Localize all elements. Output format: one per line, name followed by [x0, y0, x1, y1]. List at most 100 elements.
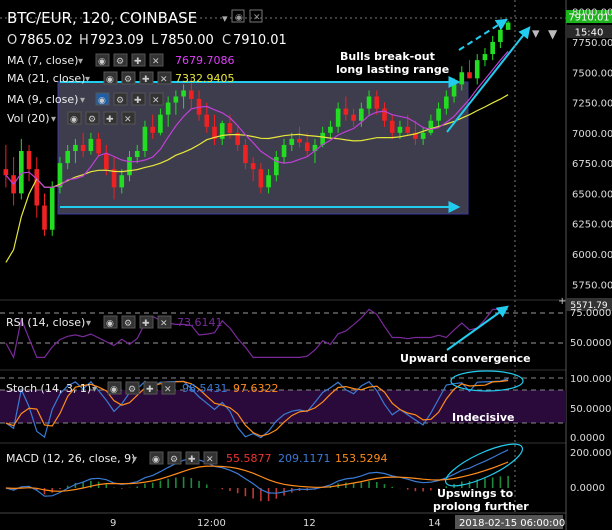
stoch-tick-0: 0.0000 [570, 433, 605, 444]
candle-body [88, 138, 94, 151]
candle-body [165, 102, 171, 115]
rsi-label[interactable]: RSI (14, close) [6, 316, 85, 329]
ohlc-c-value: 7910.01 [233, 33, 287, 48]
chart-toggle-icon[interactable]: ▼ [548, 27, 558, 41]
candle-body [459, 72, 465, 85]
chart-canvas: 7910.01 15:40 5571.79 + 8000.00007750.00… [0, 0, 612, 530]
y-tick-6750: 6750.0000 [572, 159, 612, 170]
eye-icon: ◉ [235, 13, 243, 23]
annotation-bulls-1: Bulls break-out [340, 50, 435, 63]
candle-body [65, 151, 70, 164]
y-tick-6000: 6000.0000 [572, 250, 612, 261]
ma7-label[interactable]: MA (7, close) [7, 54, 78, 67]
candle-body [451, 84, 457, 97]
annotation-bulls-2: long lasting range [336, 63, 449, 76]
macd-label[interactable]: MACD (12, 26, close, 9) [6, 452, 135, 465]
stoch-label[interactable]: Stoch (14, 3, 1) [6, 382, 91, 395]
candle-body [467, 72, 472, 79]
chevron-down-icon[interactable]: ▾ [86, 318, 91, 329]
plus-icon[interactable]: + [558, 296, 566, 307]
macd-tick-200: 200.0000 [570, 448, 612, 459]
stoch-tick-50: 50.0000 [570, 404, 611, 415]
candle-body [227, 123, 233, 133]
candle-body [297, 138, 302, 143]
close-icon-glyph: ✕ [152, 57, 160, 67]
vol-label[interactable]: Vol (20) [7, 112, 50, 125]
candle-body [374, 96, 380, 109]
close-icon-glyph: ✕ [160, 75, 168, 85]
gear-icon-glyph: ⚙ [128, 385, 136, 395]
symbol-title: BTC/EUR, 120, COINBASE [7, 9, 197, 27]
ma9-label[interactable]: MA (9, close) [7, 93, 78, 106]
ohlc-l-value: 7850.00 [160, 33, 214, 48]
eye-icon-glyph: ◉ [152, 455, 160, 465]
candle-body [204, 114, 210, 127]
macd-tick-0: 0.0000 [570, 483, 605, 494]
rsi-value: 73.6141 [177, 316, 223, 329]
candle-body [474, 60, 480, 79]
time-badge-text: 15:40 [575, 28, 604, 39]
candle-body [490, 41, 495, 55]
candle-body [134, 151, 140, 158]
gear-icon-glyph: ⚙ [170, 455, 178, 465]
close-icon-glyph: ✕ [164, 385, 172, 395]
plus-icon-glyph: ✚ [134, 96, 142, 106]
x-label-14: 14 [428, 518, 441, 529]
candle-body [26, 151, 32, 170]
candle-body [397, 126, 403, 133]
candle-body [351, 114, 356, 121]
gear-icon-glyph: ⚙ [124, 319, 132, 329]
candle-body [49, 187, 55, 230]
ohlc-row: O 7865.02 H 7923.09 L 7850.00 C 7910.01 [7, 33, 287, 48]
chevron-down-icon[interactable]: ▾ [85, 74, 90, 85]
x-label-1200: 12:00 [197, 518, 226, 529]
candle-body [359, 108, 364, 121]
candle-body [173, 96, 179, 103]
candle-body [150, 126, 155, 133]
plus-icon-glyph: ✚ [142, 75, 150, 85]
candle-body [505, 22, 511, 30]
y-tick-7250: 7250.0000 [572, 99, 612, 110]
annotation-macd-2: prolong further [433, 500, 529, 513]
candle-body [382, 108, 387, 121]
annotation-rsi: Upward convergence [400, 352, 531, 365]
arrow-down-icon[interactable]: ▾ [532, 24, 540, 42]
macd-icons: ◉ ⚙ ✚ ✕ [149, 451, 218, 465]
chevron-down-icon[interactable]: ▾ [92, 384, 97, 395]
ma21-value: 7332.9405 [175, 72, 235, 85]
candle-body [127, 157, 132, 176]
eye-icon-glyph: ◉ [106, 75, 114, 85]
candle-body [189, 90, 194, 99]
candle-body [119, 175, 125, 188]
candle-body [3, 169, 9, 176]
ma21-label[interactable]: MA (21, close) [7, 72, 85, 85]
macd-hist-value: 55.5877 [226, 452, 272, 465]
plus-icon-glyph: ✚ [146, 385, 154, 395]
close-icon-glyph: ✕ [152, 96, 160, 106]
candle-body [258, 169, 264, 188]
candle-body [19, 151, 24, 194]
chevron-down-icon[interactable]: ▾ [132, 454, 137, 465]
y-tick-7000: 7000.0000 [572, 129, 612, 140]
close-icon-glyph: ✕ [160, 319, 168, 329]
chevron-down-icon[interactable]: ▾ [51, 114, 56, 125]
candle-body [34, 169, 40, 206]
y-axis: 8000.0000 7750.0000 7500.0000 7250.0000 7000… [572, 8, 612, 292]
chevron-down-icon[interactable]: ▾ [78, 56, 83, 67]
candle-body [243, 144, 248, 164]
plus-icon-glyph: ✚ [134, 57, 142, 67]
candle-body [104, 153, 109, 170]
gear-icon-glyph: ⚙ [124, 75, 132, 85]
candle-body [142, 126, 148, 151]
chart-root: 7910.01 15:40 5571.79 + 8000.00007750.00… [0, 0, 612, 530]
candle-body [289, 138, 295, 145]
y-tick-6250: 6250.0000 [572, 220, 612, 231]
candle-body [444, 96, 449, 109]
candle-body [366, 96, 372, 109]
chevron-down-icon[interactable]: ▾ [80, 95, 85, 106]
candle-body [436, 108, 441, 121]
candle-body [389, 120, 395, 133]
annotation-stoch: Indecisive [452, 411, 515, 424]
candle-body [250, 163, 256, 170]
chevron-down-icon[interactable]: ▾ [222, 12, 228, 25]
